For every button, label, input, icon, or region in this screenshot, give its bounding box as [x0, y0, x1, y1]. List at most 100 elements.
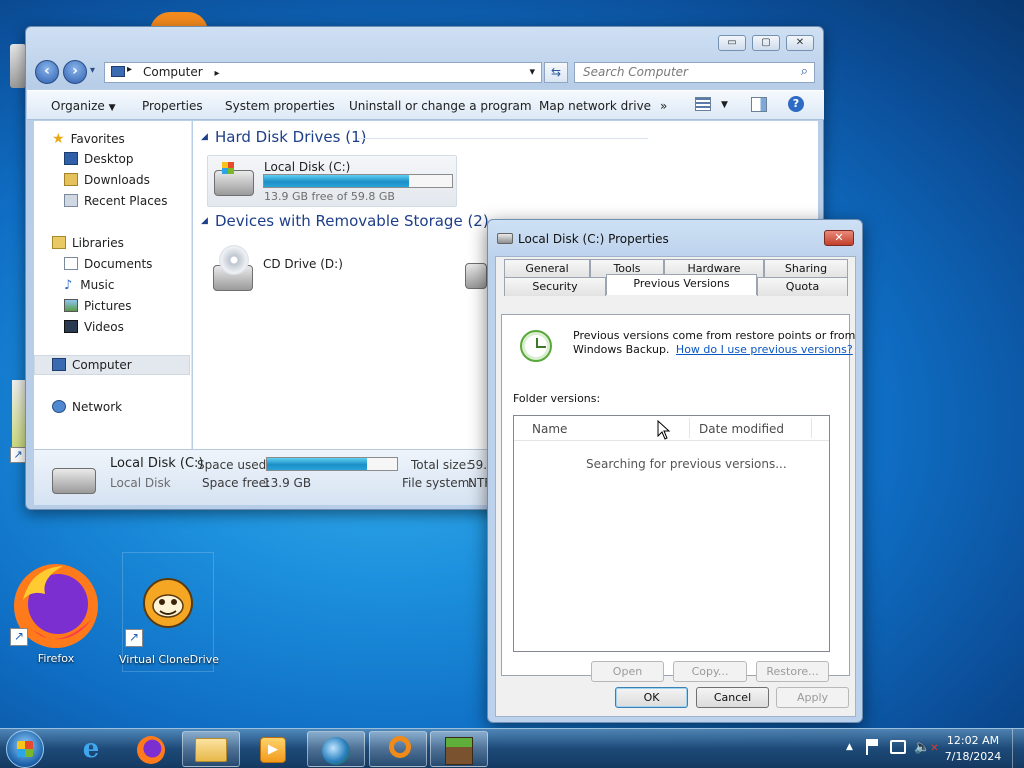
view-dropdown-icon[interactable]: ▼	[721, 100, 728, 110]
group-header-hard-disk-drives[interactable]: Hard Disk Drives (1)	[215, 128, 366, 146]
start-button[interactable]	[6, 730, 44, 768]
desktop-icon	[64, 152, 78, 165]
clock[interactable]: 12:02 AM 7/18/2024	[943, 734, 1003, 763]
map-network-drive-button[interactable]: Map network drive	[539, 99, 651, 113]
forward-button[interactable]: ›	[63, 60, 87, 84]
taskbar-minecraft[interactable]	[430, 731, 488, 767]
close-button[interactable]: ✕	[786, 35, 814, 51]
taskbar-search-app[interactable]	[369, 731, 427, 767]
help-link[interactable]: How do I use previous versions?	[676, 343, 853, 356]
taskbar-system-restore-app[interactable]	[307, 731, 365, 767]
nav-music[interactable]: ♪ Music	[64, 278, 115, 293]
uninstall-program-button[interactable]: Uninstall or change a program	[349, 99, 532, 113]
breadcrumb-computer[interactable]: Computer	[143, 65, 203, 79]
search-placeholder: Search Computer	[583, 65, 688, 79]
nav-pictures[interactable]: Pictures	[64, 299, 132, 313]
breadcrumb-root-chevron[interactable]: ▸	[127, 64, 132, 75]
space-free-value: 13.9 GB	[263, 476, 312, 490]
drive-title-icon	[497, 233, 513, 244]
maximize-button[interactable]: ▢	[752, 35, 780, 51]
minimize-button[interactable]: ▭	[718, 35, 746, 51]
versions-list[interactable]: Name Date modified Searching for previou…	[513, 415, 830, 652]
network-icon[interactable]	[890, 740, 906, 754]
group-header-removable-storage[interactable]: Devices with Removable Storage (2)	[215, 212, 489, 230]
nav-documents[interactable]: Documents	[64, 257, 152, 271]
back-button[interactable]: ‹	[35, 60, 59, 84]
firefox-desktop-icon[interactable]: ↗ Firefox	[10, 560, 102, 665]
taskbar-media-player[interactable]: ▶	[244, 731, 302, 767]
show-hidden-icons-button[interactable]: ▲	[846, 742, 853, 752]
preview-pane-button[interactable]	[751, 97, 767, 112]
apply-button[interactable]: Apply	[776, 687, 849, 708]
nav-desktop[interactable]: Desktop	[64, 152, 134, 166]
nav-videos[interactable]: Videos	[64, 320, 124, 334]
pictures-icon	[64, 299, 78, 312]
network-icon	[52, 400, 66, 413]
virtual-clonedrive-desktop-icon[interactable]: ↗ Virtual CloneDrive	[119, 552, 219, 672]
magnifier-icon	[389, 736, 411, 758]
copy-button[interactable]: Copy...	[673, 661, 747, 682]
drive-tile-cd-drive-d[interactable]: CD Drive (D:)	[207, 239, 407, 293]
address-bar[interactable]: ▸ Computer ▸ ▾	[104, 62, 542, 83]
tab-security[interactable]: Security	[504, 277, 606, 296]
music-icon: ♪	[64, 278, 73, 293]
taskbar-firefox[interactable]	[122, 731, 180, 767]
system-properties-button[interactable]: System properties	[225, 99, 335, 113]
desktop-icon-label: Firefox	[37, 652, 75, 665]
ok-button[interactable]: OK	[615, 687, 688, 708]
tab-quota[interactable]: Quota	[757, 277, 848, 296]
action-center-flag-icon[interactable]	[866, 739, 880, 755]
change-view-button[interactable]	[695, 97, 711, 111]
dialog-close-button[interactable]: ✕	[824, 230, 854, 246]
drive-usage-bar	[263, 174, 453, 188]
restore-button[interactable]: Restore...	[756, 661, 829, 682]
navigation-pane: ★ Favorites Desktop Downloads Recent Plac…	[34, 121, 192, 449]
tab-general[interactable]: General	[504, 259, 590, 278]
taskbar-internet-explorer[interactable]: e	[62, 731, 120, 767]
grass-block-icon	[445, 737, 473, 765]
search-icon: ⌕	[800, 64, 808, 79]
tab-previous-versions[interactable]: Previous Versions	[606, 274, 757, 295]
flag-shape	[868, 739, 878, 746]
column-header-name[interactable]: Name	[532, 422, 567, 436]
drive-name: CD Drive (D:)	[263, 257, 343, 271]
recent-pages-dropdown[interactable]: ▾	[90, 65, 95, 76]
nav-downloads[interactable]: Downloads	[64, 173, 150, 187]
nav-libraries[interactable]: Libraries	[52, 236, 124, 250]
address-dropdown[interactable]: ▾	[529, 65, 535, 78]
nav-favorites[interactable]: ★ Favorites	[52, 131, 125, 147]
breadcrumb-chevron[interactable]: ▸	[214, 68, 219, 79]
show-desktop-button[interactable]	[1012, 729, 1024, 768]
taskbar-windows-explorer[interactable]	[182, 731, 240, 767]
open-button[interactable]: Open	[591, 661, 664, 682]
partial-drive-icon[interactable]	[465, 263, 487, 289]
properties-button[interactable]: Properties	[142, 99, 203, 113]
drive-tile-local-disk-c[interactable]: Local Disk (C:) 13.9 GB free of 59.8 GB	[207, 155, 457, 207]
refresh-button[interactable]: ⇆	[544, 62, 568, 83]
documents-icon	[64, 257, 78, 270]
clock-hand	[537, 346, 546, 348]
organize-button[interactable]: Organize ▼	[51, 99, 116, 113]
properties-dialog[interactable]: Local Disk (C:) Properties ✕ General Too…	[487, 219, 863, 723]
nav-recent-places[interactable]: Recent Places	[64, 194, 167, 208]
more-commands-button[interactable]: »	[660, 99, 667, 113]
group-collapse-icon[interactable]: ◢	[201, 216, 208, 226]
nav-computer[interactable]: Computer	[52, 358, 132, 372]
column-header-date-modified[interactable]: Date modified	[699, 422, 784, 436]
tab-sharing[interactable]: Sharing	[764, 259, 848, 278]
nav-network[interactable]: Network	[52, 400, 122, 414]
hard-drive-icon	[214, 170, 254, 196]
group-divider	[358, 138, 648, 139]
desktop-partial-icon-left[interactable]	[10, 44, 26, 88]
search-input[interactable]: Search Computer ⌕	[574, 62, 815, 83]
drive-usage-fill	[264, 175, 409, 187]
help-icon[interactable]: ?	[788, 96, 804, 112]
nav-label: Videos	[84, 320, 124, 334]
media-player-icon: ▶	[260, 737, 286, 763]
videos-icon	[64, 320, 78, 333]
cancel-button[interactable]: Cancel	[696, 687, 769, 708]
nav-label: Music	[80, 278, 115, 292]
volume-muted-icon[interactable]: 🔈✕	[914, 740, 939, 755]
shortcut-arrow-icon: ↗	[10, 628, 28, 646]
group-collapse-icon[interactable]: ◢	[201, 132, 208, 142]
